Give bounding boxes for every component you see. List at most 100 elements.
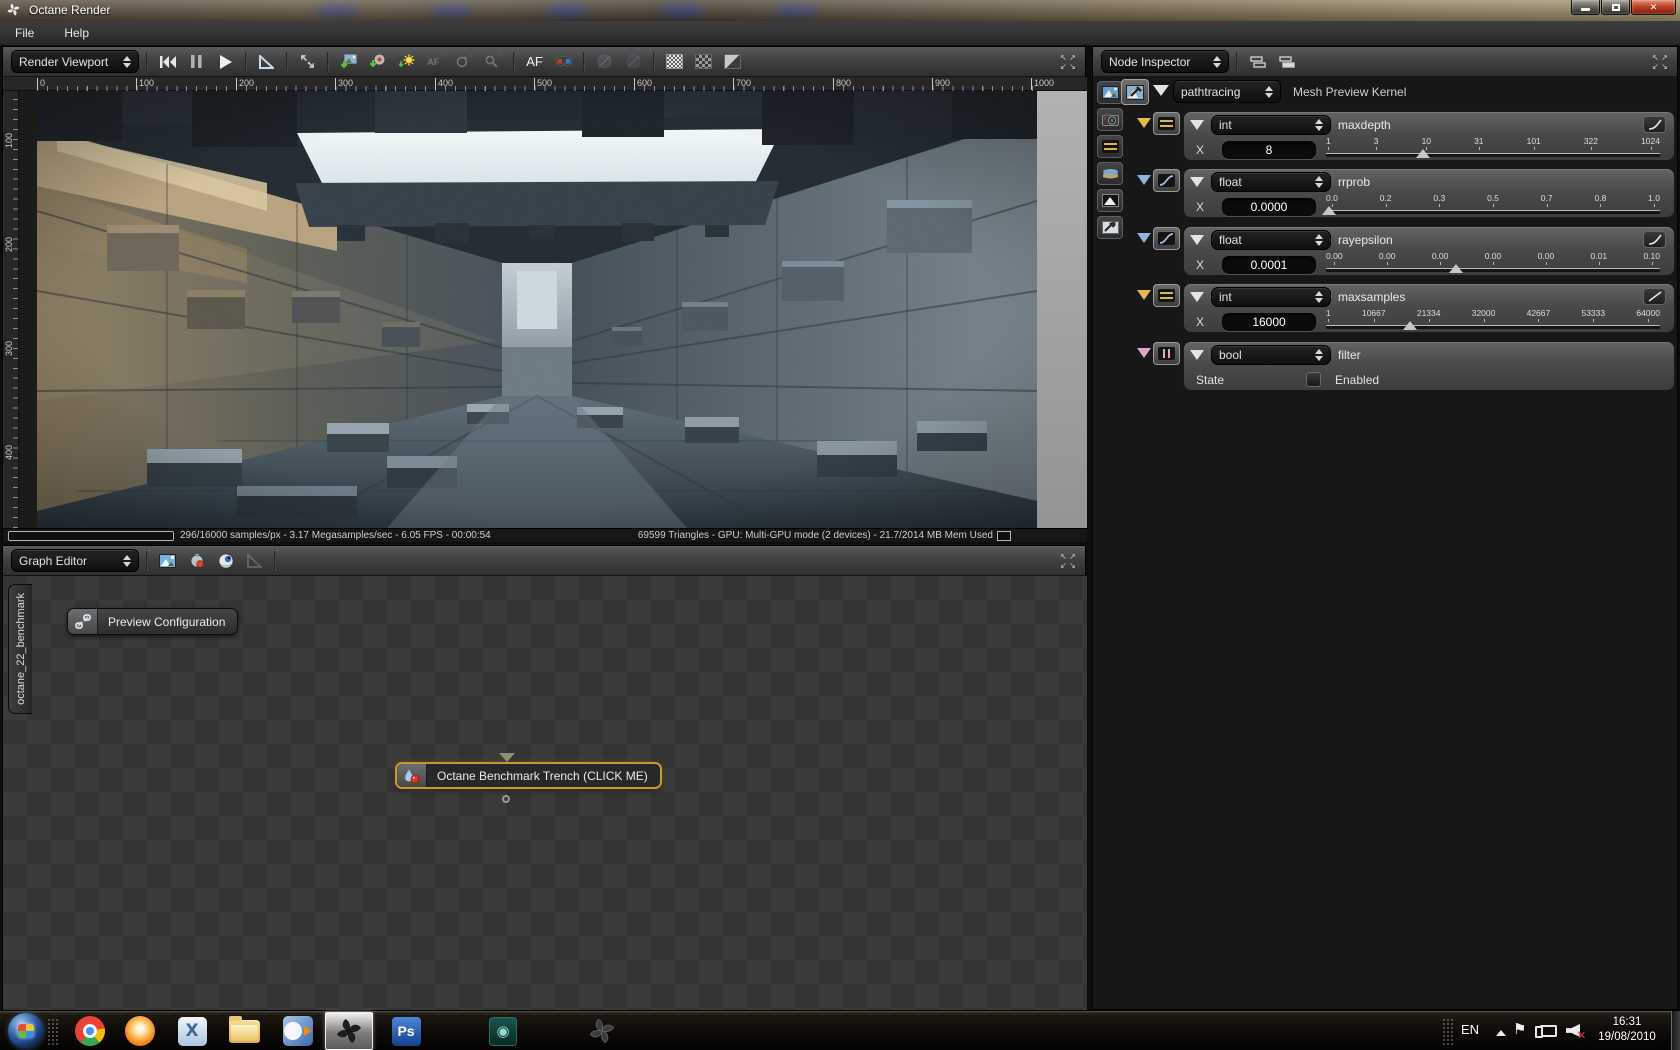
minimize-button[interactable] — [1571, 0, 1600, 15]
param-type-dropdown[interactable]: float — [1211, 171, 1331, 192]
x-app-icon[interactable]: X — [176, 1015, 208, 1047]
slider-track[interactable] — [1326, 268, 1660, 272]
octane-render-taskbar-icon[interactable] — [325, 1012, 373, 1050]
log-scale-icon[interactable] — [1643, 231, 1666, 248]
param-slider[interactable]: 1 3 10 31 101 322 1024 — [1326, 137, 1660, 162]
add-image-node-icon[interactable] — [155, 549, 180, 573]
node-preview-configuration[interactable]: Preview Configuration — [67, 608, 239, 635]
collapse-param-icon[interactable] — [1190, 119, 1204, 130]
film-grain-icon[interactable] — [662, 50, 687, 74]
language-indicator[interactable]: EN — [1461, 1022, 1479, 1037]
int-node-button[interactable] — [1153, 284, 1180, 307]
postprocess-icon[interactable] — [1097, 216, 1123, 239]
collapse-nodes-icon[interactable] — [1245, 50, 1270, 74]
restart-render-icon[interactable] — [155, 50, 180, 74]
value-field[interactable]: 0.0001 — [1222, 255, 1316, 274]
image-icon[interactable] — [1097, 81, 1123, 104]
save-render-state-icon[interactable] — [365, 50, 390, 74]
pin-int-icon[interactable] — [1137, 118, 1151, 128]
chrome-icon[interactable] — [74, 1015, 106, 1047]
pin-float-icon[interactable] — [1137, 175, 1151, 185]
show-hidden-icons-button[interactable] — [1496, 1030, 1506, 1036]
pin-bool-icon[interactable] — [1137, 348, 1151, 358]
delete-node-icon[interactable] — [242, 549, 267, 573]
param-type-dropdown[interactable]: float — [1211, 229, 1331, 250]
param-type-dropdown[interactable]: int — [1211, 286, 1331, 307]
media-player-icon[interactable] — [282, 1015, 314, 1047]
param-type-dropdown[interactable]: int — [1211, 114, 1331, 135]
param-slider[interactable]: 0.0 0.2 0.3 0.5 0.7 0.8 1.0 — [1322, 194, 1660, 219]
start-button[interactable] — [8, 1013, 44, 1049]
kernel-icon[interactable] — [1097, 135, 1123, 158]
node-output-connector[interactable] — [502, 795, 510, 803]
slider-handle[interactable] — [1415, 149, 1430, 158]
add-texture-node-icon[interactable] — [213, 549, 238, 573]
value-field[interactable]: 0.0000 — [1222, 197, 1316, 216]
param-type-dropdown[interactable]: bool — [1211, 344, 1331, 365]
menu-file[interactable]: File — [0, 21, 49, 45]
anaglyph-icon[interactable] — [551, 50, 576, 74]
panel-selector-dropdown[interactable]: Render Viewport — [11, 50, 139, 73]
kernel-node-icon[interactable] — [1121, 79, 1149, 105]
collapse-node-icon[interactable] — [1153, 85, 1169, 96]
octane-shortcut-icon[interactable] — [586, 1015, 618, 1047]
title-bar[interactable]: Octane Render ✕ — [0, 0, 1680, 21]
graph-tab-octane-22-benchmark[interactable]: octane_22_benchmark — [8, 584, 32, 714]
slider-track[interactable] — [1326, 153, 1660, 157]
panel-selector-dropdown[interactable]: Node Inspector — [1101, 50, 1229, 73]
explorer-icon[interactable] — [228, 1015, 260, 1047]
fit-view-icon[interactable] — [295, 50, 320, 74]
node-type-dropdown[interactable]: pathtracing — [1173, 80, 1281, 103]
zoom-lock-icon[interactable]: ↑ — [481, 50, 506, 74]
menu-help[interactable]: Help — [49, 21, 104, 45]
node-input-connector[interactable] — [499, 753, 515, 762]
float-node-button[interactable] — [1153, 169, 1180, 192]
value-field[interactable]: 8 — [1222, 140, 1316, 159]
log-scale-icon[interactable] — [1643, 116, 1666, 133]
pin-int-icon[interactable] — [1137, 290, 1151, 300]
close-button[interactable]: ✕ — [1631, 0, 1676, 15]
add-material-node-icon[interactable] — [184, 549, 209, 573]
clock[interactable]: 16:31 19/08/2010 — [1590, 1015, 1664, 1045]
collapse-param-icon[interactable] — [1190, 176, 1204, 187]
param-slider[interactable]: 1 10667 21334 32000 42667 53333 64000 — [1326, 309, 1660, 334]
teal-app-icon[interactable]: ◉ — [487, 1015, 519, 1047]
expand-nodes-icon[interactable] — [1274, 50, 1299, 74]
float-node-button[interactable] — [1153, 227, 1180, 250]
panel-selector-dropdown[interactable]: Graph Editor — [11, 549, 139, 572]
slider-track[interactable] — [1326, 325, 1660, 329]
material-ball-alt-icon[interactable] — [621, 50, 646, 74]
start-render-icon[interactable] — [213, 50, 238, 74]
imager-icon[interactable] — [1097, 189, 1123, 212]
action-center-icon[interactable]: ⚑ — [1513, 1020, 1526, 1038]
collapse-param-icon[interactable] — [1190, 349, 1204, 360]
filter-enabled-checkbox[interactable] — [1306, 372, 1321, 387]
save-image-icon[interactable] — [336, 50, 361, 74]
set-square-icon[interactable] — [254, 50, 279, 74]
environment-icon[interactable] — [1097, 162, 1123, 185]
collapse-param-icon[interactable] — [1190, 234, 1204, 245]
photoshop-icon[interactable]: Ps — [390, 1015, 422, 1047]
param-slider[interactable]: 0.00 0.00 0.00 0.00 0.00 0.01 0.10 — [1326, 252, 1660, 277]
camera-icon[interactable] — [1097, 108, 1123, 131]
checker-background-icon[interactable] — [691, 50, 716, 74]
value-field[interactable]: 16000 — [1222, 312, 1316, 331]
graph-canvas[interactable]: octane_22_benchmark Preview Configuratio… — [3, 576, 1087, 1010]
linear-scale-icon[interactable] — [1643, 288, 1666, 305]
collapse-param-icon[interactable] — [1190, 291, 1204, 302]
slider-handle[interactable] — [1402, 321, 1417, 330]
material-ball-icon[interactable] — [592, 50, 617, 74]
render-image[interactable] — [37, 91, 1037, 528]
slider-track[interactable] — [1326, 210, 1660, 214]
bitcomet-icon[interactable] — [124, 1015, 156, 1047]
maximize-panel-icon[interactable]: ↖ ↗ ↙ ↘ — [1651, 53, 1669, 71]
slider-handle[interactable] — [1322, 206, 1337, 215]
split-compare-icon[interactable] — [720, 50, 745, 74]
pause-render-icon[interactable] — [184, 50, 209, 74]
daylight-icon[interactable] — [394, 50, 419, 74]
af-icon[interactable]: AF — [522, 50, 547, 74]
rotate-lock-icon[interactable]: ↑ — [452, 50, 477, 74]
network-icon[interactable] — [1535, 1025, 1557, 1038]
show-desktop-button[interactable] — [1671, 1011, 1680, 1050]
maximize-panel-icon[interactable]: ↖ ↗ ↙ ↘ — [1059, 552, 1077, 570]
